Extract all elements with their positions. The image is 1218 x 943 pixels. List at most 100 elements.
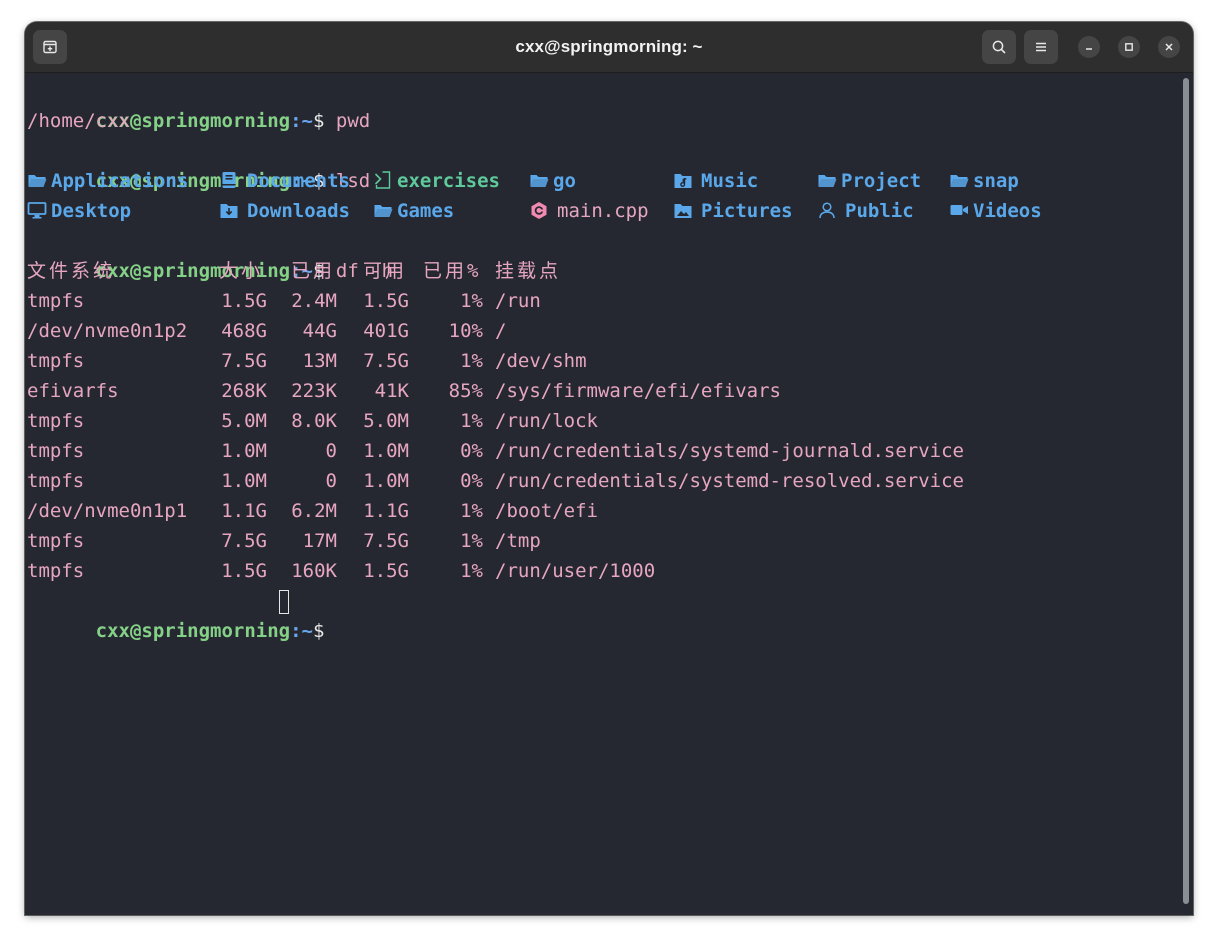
df-cell: 44G: [302, 320, 337, 342]
df-cell: 6.2M: [291, 500, 337, 522]
menu-button[interactable]: [1024, 30, 1058, 64]
prompt-path: :~: [290, 620, 313, 642]
df-cell: tmpfs: [27, 290, 85, 312]
df-cell: 7.5G: [363, 350, 409, 372]
df-cell: /dev/nvme0n1p2: [27, 320, 188, 342]
df-cell: 1.5G: [363, 290, 409, 312]
df-cell: tmpfs: [27, 470, 85, 492]
df-cell: 468G: [221, 320, 267, 342]
df-row: efivarfs 268K 223K 41K 85% /sys/firmware/efi/…: [27, 376, 1127, 406]
terminal-output[interactable]: cxx@springmorning:~$ pwd /home/cxx cxx@s…: [27, 76, 1177, 906]
pwd-output: /home/cxx: [27, 110, 130, 132]
df-cell: /tmp: [495, 530, 541, 552]
maximize-icon: [1125, 43, 1133, 51]
df-row: /dev/nvme0n1p2 468G 44G 401G 10% /: [27, 316, 1127, 346]
book-icon: [222, 172, 236, 188]
prompt-path: :~: [290, 110, 313, 132]
df-row: tmpfs 7.5G 13M 7.5G 1% /dev/shm: [27, 346, 1127, 376]
lsd-entry-name: Downloads: [247, 200, 350, 222]
df-cell: 10%: [448, 320, 483, 342]
minimize-button[interactable]: [1078, 36, 1100, 58]
download-folder-icon: [220, 204, 238, 218]
cpp-icon: [531, 202, 547, 219]
search-button[interactable]: [982, 30, 1016, 64]
lsd-entry-name: Games: [397, 200, 455, 222]
prompt-dollar: $: [313, 110, 336, 132]
df-cell: 85%: [448, 380, 483, 402]
lsd-entry: Documents: [219, 166, 350, 196]
scrollbar[interactable]: [1183, 78, 1189, 904]
df-cell: /run: [495, 290, 541, 312]
df-cell: 1.5G: [221, 560, 267, 582]
df-cell: 7.5G: [363, 530, 409, 552]
df-header-cell: 大小: [219, 260, 264, 282]
prompt-line-lsd: cxx@springmorning:~$ lsd: [27, 136, 371, 192]
df-cell: /boot/efi: [495, 500, 598, 522]
lsd-entry: go: [529, 166, 576, 196]
df-cell: tmpfs: [27, 350, 85, 372]
window-title: cxx@springmorning: ~: [515, 37, 703, 56]
df-row: tmpfs 1.5G 160K 1.5G 1% /run/user/1000: [27, 556, 1127, 586]
title-bar: cxx@springmorning: ~: [25, 22, 1193, 73]
lsd-entry: Project: [817, 166, 921, 196]
picture-folder-icon: [674, 204, 692, 218]
df-header-cell: 已用%: [423, 260, 482, 282]
lsd-entry-name: exercises: [397, 170, 500, 192]
df-row: tmpfs 7.5G 17M 7.5G 1% /tmp: [27, 526, 1127, 556]
lsd-entry-name: go: [553, 170, 576, 192]
df-cell: 0%: [460, 440, 483, 462]
lsd-entry: Music: [673, 166, 758, 196]
df-cell: 8.0K: [291, 410, 337, 432]
df-cell: 0%: [460, 470, 483, 492]
music-folder-icon: [674, 174, 692, 188]
terminal-window: cxx@springmorning: ~ cxx@springmorning:~…: [25, 22, 1193, 915]
lsd-entry-name: Documents: [247, 170, 350, 192]
df-cell: /dev/nvme0n1p1: [27, 500, 188, 522]
df-cell: 1.0M: [363, 470, 409, 492]
df-cell: 268K: [221, 380, 267, 402]
df-row: tmpfs 5.0M 8.0K 5.0M 1% /run/lock: [27, 406, 1127, 436]
df-cell: /run/user/1000: [495, 560, 656, 582]
df-cell: tmpfs: [27, 410, 85, 432]
df-cell: 0: [325, 440, 337, 462]
df-header-cell: 可用: [363, 260, 408, 282]
df-cell: efivarfs: [27, 380, 119, 402]
df-cell: 1.0M: [221, 470, 267, 492]
df-cell: tmpfs: [27, 560, 85, 582]
lsd-entry: Games: [373, 196, 454, 226]
lsd-entry-name: Public: [845, 200, 914, 222]
command-text: pwd: [335, 110, 371, 132]
lsd-entry: Pictures: [673, 196, 793, 226]
df-header-cell: 已用: [291, 260, 336, 282]
prompt-dollar: $: [313, 620, 336, 642]
lsd-entry: Applications: [27, 166, 188, 196]
folder-open-icon: [28, 175, 47, 187]
df-cell: 1%: [460, 290, 483, 312]
lsd-entry-name: Pictures: [701, 200, 793, 222]
df-cell: 1%: [460, 350, 483, 372]
prompt-line-current: cxx@springmorning:~$: [27, 586, 427, 642]
close-button[interactable]: [1158, 36, 1180, 58]
df-cell: 0: [325, 470, 337, 492]
df-cell: /run/credentials/systemd-journald.servic…: [495, 440, 964, 462]
lsd-entry-name: Desktop: [51, 200, 132, 222]
script-icon: [374, 171, 391, 189]
df-cell: 17M: [302, 530, 337, 552]
person-icon: [819, 202, 835, 219]
df-cell: /: [495, 320, 507, 342]
df-cell: 1.0M: [221, 440, 267, 462]
lsd-entry: Videos: [949, 196, 1042, 226]
df-cell: /run/lock: [495, 410, 598, 432]
prompt-line-pwd: cxx@springmorning:~$ pwd: [27, 76, 371, 132]
folder-open-icon: [818, 175, 837, 187]
lsd-entry: exercises: [373, 166, 500, 196]
minimize-icon: [1086, 48, 1092, 50]
lsd-entry: Downloads: [219, 196, 350, 226]
df-cell: 1.5G: [221, 290, 267, 312]
prompt-line-df: cxx@springmorning:~$ df -h: [27, 226, 393, 282]
hamburger-menu-icon: [1036, 42, 1046, 52]
maximize-button[interactable]: [1118, 36, 1140, 58]
df-cell: 160K: [291, 560, 337, 582]
df-cell: /sys/firmware/efi/efivars: [495, 380, 781, 402]
lsd-entry-name: snap: [973, 170, 1019, 192]
